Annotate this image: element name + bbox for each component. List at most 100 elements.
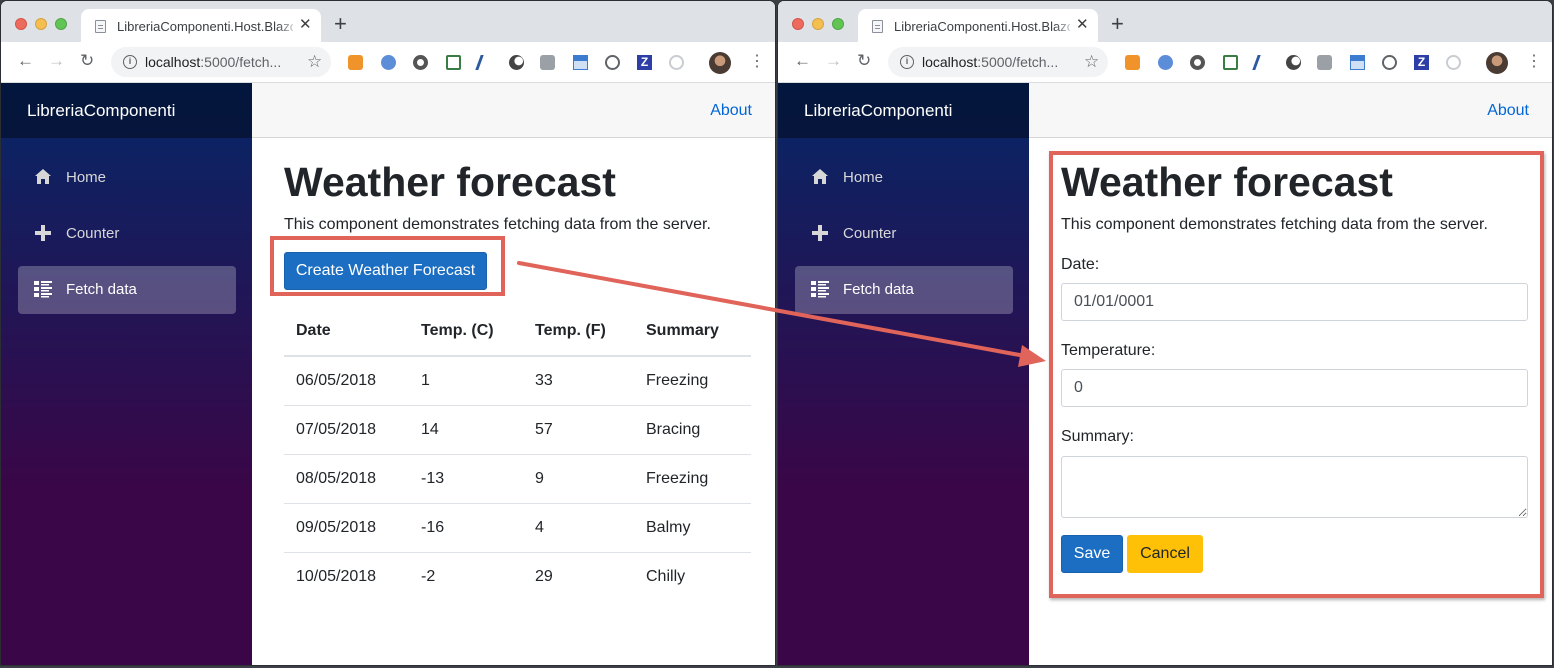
main-content: About Weather forecast This component de… (1029, 83, 1552, 665)
date-label: Date: (1061, 256, 1100, 273)
table-row: 10/05/2018 -2 29 Chilly (284, 553, 751, 602)
table-cell: 33 (523, 356, 634, 406)
page-viewport: LibreriaComponenti Home Counter Fetch da… (1, 83, 775, 665)
bookmark-star-icon[interactable]: ☆ (307, 52, 322, 72)
table-cell: 06/05/2018 (284, 356, 409, 406)
circle-ext-icon[interactable] (1190, 55, 1205, 70)
cancel-button[interactable]: Cancel (1127, 535, 1203, 573)
new-tab-icon[interactable]: + (1111, 13, 1124, 35)
forecast-table: Date Temp. (C) Temp. (F) Summary 06/05/2… (284, 307, 751, 601)
layout-ext-icon[interactable] (573, 55, 588, 70)
minimize-window-button[interactable] (812, 18, 824, 30)
browser-tab[interactable]: LibreriaComponenti.Host.Blazor ✕ (81, 9, 321, 42)
sidebar-item-counter[interactable]: Counter (795, 210, 1013, 258)
chat-ext-icon[interactable] (1317, 55, 1332, 70)
new-tab-icon[interactable]: + (334, 13, 347, 35)
circle-ext-icon[interactable] (413, 55, 428, 70)
close-tab-icon[interactable]: ✕ (299, 17, 312, 33)
reload-icon[interactable]: ↻ (857, 51, 871, 71)
brand-bar: LibreriaComponenti (778, 83, 1029, 138)
doc-ext-icon[interactable] (446, 55, 461, 70)
minimize-window-button[interactable] (35, 18, 47, 30)
forward-arrow-icon[interactable]: → (825, 51, 842, 71)
date-input[interactable] (1061, 283, 1528, 321)
table-cell: 4 (523, 503, 634, 553)
reload-icon[interactable]: ↻ (80, 51, 94, 71)
code-ext-icon[interactable] (1382, 55, 1397, 70)
sidebar-item-counter[interactable]: Counter (18, 210, 236, 258)
top-row: About (1029, 83, 1552, 138)
browser-window-right: LibreriaComponenti.Host.Blazor ✕ + ← → ↻… (778, 1, 1552, 665)
fork-ext-icon[interactable] (475, 55, 499, 70)
close-tab-icon[interactable]: ✕ (1076, 17, 1089, 33)
back-arrow-icon[interactable]: ← (794, 51, 811, 71)
sidebar-item-label: Home (66, 169, 107, 186)
column-header: Date (284, 307, 409, 357)
sidebar-item-fetch-data[interactable]: Fetch data (795, 266, 1013, 314)
info-icon[interactable]: i (123, 55, 137, 69)
table-cell: 07/05/2018 (284, 405, 409, 455)
back-arrow-icon[interactable]: ← (17, 51, 34, 71)
home-icon (812, 169, 828, 184)
orange-ext-icon[interactable] (1125, 55, 1140, 70)
browser-menu-icon[interactable]: ⋮ (1526, 52, 1542, 72)
moon-ext-icon[interactable] (509, 55, 524, 70)
layout-ext-icon[interactable] (1350, 55, 1365, 70)
brand-link[interactable]: LibreriaComponenti (804, 101, 952, 121)
address-bar[interactable]: i localhost:5000/fetch... ☆ (888, 47, 1108, 77)
fork-ext-icon[interactable] (1252, 55, 1276, 70)
column-header: Summary (634, 307, 751, 357)
bookmark-star-icon[interactable]: ☆ (1084, 52, 1099, 72)
table-cell: 10/05/2018 (296, 568, 377, 585)
z-ext-icon[interactable]: Z (1414, 55, 1429, 70)
doc-ext-icon[interactable] (1223, 55, 1238, 70)
sidebar-item-fetch-data[interactable]: Fetch data (18, 266, 236, 314)
blue-ext-icon[interactable] (1158, 55, 1173, 70)
temperature-input[interactable] (1061, 369, 1528, 407)
table-cell: Freezing (634, 356, 751, 406)
table-cell: 08/05/2018 (284, 454, 409, 504)
home-icon (35, 169, 51, 184)
table-cell: Balmy (634, 503, 751, 553)
orange-ext-icon[interactable] (348, 55, 363, 70)
sidebar-item-home[interactable]: Home (795, 154, 1013, 202)
url-text: localhost:5000/fetch... (922, 54, 1059, 70)
create-weather-forecast-button[interactable]: Create Weather Forecast (284, 252, 487, 290)
brand-bar: LibreriaComponenti (1, 83, 252, 138)
info-icon[interactable]: i (900, 55, 914, 69)
forward-arrow-icon[interactable]: → (48, 51, 65, 71)
sidebar-item-home[interactable]: Home (18, 154, 236, 202)
browser-tab[interactable]: LibreriaComponenti.Host.Blazor ✕ (858, 9, 1098, 42)
about-link[interactable]: About (710, 102, 752, 120)
summary-textarea[interactable] (1061, 456, 1528, 518)
z-ext-icon[interactable]: Z (637, 55, 652, 70)
browser-toolbar: ← → ↻ i localhost:5000/fetch... ☆ Z ⋮ (778, 42, 1552, 83)
table-cell: 57 (523, 405, 634, 455)
blue-ext-icon[interactable] (381, 55, 396, 70)
profile-avatar[interactable] (709, 52, 731, 74)
table-row: 08/05/2018 -13 9 Freezing (284, 454, 751, 504)
timer-ext-icon[interactable] (669, 55, 684, 70)
table-cell: 1 (409, 356, 523, 406)
close-window-button[interactable] (792, 18, 804, 30)
tab-strip: LibreriaComponenti.Host.Blazor ✕ + (778, 1, 1552, 42)
save-button[interactable]: Save (1061, 535, 1123, 573)
profile-avatar[interactable] (1486, 52, 1508, 74)
maximize-window-button[interactable] (55, 18, 67, 30)
maximize-window-button[interactable] (832, 18, 844, 30)
plus-icon (35, 225, 51, 241)
table-cell: 09/05/2018 (284, 503, 409, 553)
chat-ext-icon[interactable] (540, 55, 555, 70)
timer-ext-icon[interactable] (1446, 55, 1461, 70)
browser-menu-icon[interactable]: ⋮ (749, 52, 765, 72)
browser-window-left: LibreriaComponenti.Host.Blazor ✕ + ← → ↻… (1, 1, 775, 665)
moon-ext-icon[interactable] (1286, 55, 1301, 70)
brand-link[interactable]: LibreriaComponenti (27, 101, 175, 121)
code-ext-icon[interactable] (605, 55, 620, 70)
browser-toolbar: ← → ↻ i localhost:5000/fetch... ☆ Z ⋮ (1, 42, 775, 83)
address-bar[interactable]: i localhost:5000/fetch... ☆ (111, 47, 331, 77)
list-icon (811, 281, 829, 298)
close-window-button[interactable] (15, 18, 27, 30)
about-link[interactable]: About (1487, 102, 1529, 120)
sidebar: LibreriaComponenti Home Counter Fetch da… (1, 83, 252, 665)
